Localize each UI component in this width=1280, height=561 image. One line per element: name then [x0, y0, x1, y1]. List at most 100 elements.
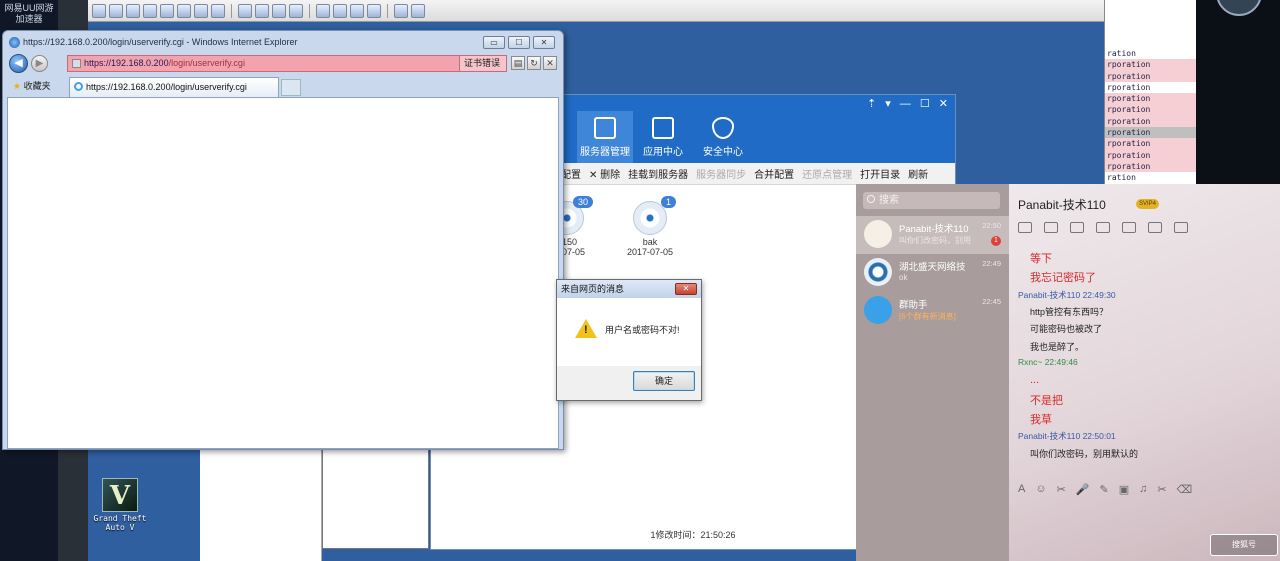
new-tab-button[interactable] [281, 79, 301, 96]
toolbar-icon[interactable] [194, 3, 208, 18]
loading-icon [74, 82, 83, 91]
video-icon[interactable] [1044, 222, 1058, 233]
chat-toolbar [1018, 222, 1188, 233]
watermark-logo: 搜狐号 [1210, 534, 1278, 556]
toolbar-icon[interactable] [211, 3, 225, 18]
forward-button[interactable]: ▶ [31, 55, 48, 72]
conversation-time: 22:49 [982, 259, 1001, 268]
nav-server-management[interactable]: 服务器管理 [577, 111, 633, 163]
toolbar-icon[interactable] [143, 3, 157, 18]
alert-body: ! 用户名或密码不对! [557, 298, 701, 366]
conversation-name: 湖北盛天网络技 [899, 262, 966, 273]
code-row: rporation [1107, 82, 1151, 92]
back-button[interactable]: ◀ [9, 54, 28, 73]
ie-logo-icon [9, 37, 20, 48]
image-icon[interactable]: ▣ [1119, 483, 1129, 496]
config-button[interactable]: 配置 [561, 166, 581, 181]
toolbar-icon[interactable] [367, 3, 381, 18]
toolbar-icon[interactable] [350, 3, 364, 18]
toolbar-icon[interactable] [411, 3, 425, 18]
folder-icon[interactable] [1096, 222, 1110, 233]
toolbar-icon[interactable] [333, 3, 347, 18]
refresh-button[interactable]: 刷新 [908, 166, 928, 181]
chat-message: 我也是醉了。 [1030, 342, 1085, 352]
toolbar-icon[interactable] [92, 3, 106, 18]
conversation-item[interactable]: Panabit-技术110 叫你们改密码，别用 22:50 1 [856, 216, 1009, 254]
chat-title: Panabit-技术110 [1018, 198, 1106, 212]
conversation-item[interactable]: 群助手 [6个群有新消息] 22:45 [856, 292, 1009, 330]
page-icon [72, 59, 81, 68]
search-input[interactable]: 搜索 [863, 192, 1000, 209]
screenshot-icon[interactable]: ✂ [1157, 483, 1166, 496]
toolbar-separator [309, 3, 310, 18]
toolbar-icon[interactable] [238, 3, 252, 18]
gta-v-desktop-icon[interactable]: V Grand Theft Auto V [92, 478, 148, 532]
toolbar-icon[interactable] [272, 3, 286, 18]
ok-button[interactable]: 确定 [633, 371, 695, 391]
window-controls[interactable]: ⇡ ▾ — ☐ ✕ [867, 97, 951, 110]
screen-share-icon[interactable] [1070, 222, 1084, 233]
ie-active-tab[interactable]: https://192.168.0.200/login/userverify.c… [69, 77, 279, 97]
node-date: 2017-07-05 [627, 247, 674, 257]
message-meta: Panabit-技术110 22:49:30 [1018, 290, 1116, 300]
emoji-icon[interactable]: ☺ [1035, 483, 1046, 496]
server-sync-button[interactable]: 服务器同步 [696, 166, 746, 181]
mount-to-server-button[interactable]: 挂载到服务器 [628, 166, 688, 181]
stop-icon[interactable]: ✕ [543, 56, 557, 70]
ie-nav-buttons: ▤ ↻ ✕ [511, 56, 557, 70]
history-icon[interactable]: ⌫ [1177, 483, 1193, 496]
toolbar-icon[interactable] [126, 3, 140, 18]
conversation-preview: ok [899, 273, 908, 282]
ie-page-content [7, 97, 559, 449]
merge-config-button[interactable]: 合并配置 [754, 166, 794, 181]
remote-desktop-icon[interactable] [1122, 222, 1136, 233]
uu-accelerator-label-line2[interactable]: 加速器 [4, 12, 54, 25]
compat-view-icon[interactable]: ▤ [511, 56, 525, 70]
minimize-button[interactable]: ▭ [483, 36, 505, 49]
star-icon: ★ [13, 81, 22, 91]
favorites-button[interactable]: ★ 收藏夹 [13, 79, 51, 92]
toolbar-icon[interactable] [177, 3, 191, 18]
refresh-icon[interactable]: ↻ [527, 56, 541, 70]
certificate-error-button[interactable]: 证书错误 [458, 56, 506, 71]
chat-message: 叫你们改密码，别用默认的 [1030, 449, 1139, 459]
music-icon[interactable]: ♫ [1139, 483, 1147, 496]
code-row: rporation [1105, 115, 1196, 128]
toolbar-icon[interactable] [109, 3, 123, 18]
nav-security-center[interactable]: 安全中心 [695, 111, 751, 163]
maximize-button[interactable]: ☐ [508, 36, 530, 49]
microphone-icon[interactable]: 🎤 [1076, 483, 1090, 496]
gta-v-label: Grand Theft Auto V [93, 514, 147, 532]
pen-icon[interactable]: ✎ [1100, 483, 1109, 496]
code-row: rporation [1105, 149, 1196, 161]
restore-point-button[interactable]: 还原点管理 [802, 166, 852, 181]
open-directory-button[interactable]: 打开目录 [860, 166, 900, 181]
close-button[interactable]: ✕ [675, 283, 697, 295]
conversation-item[interactable]: 湖北盛天网络技 ok 22:49 [856, 254, 1009, 292]
server-node[interactable]: 1 bak 2017-07-05 [627, 196, 677, 257]
conversation-name: 群助手 [899, 300, 928, 311]
toolbar-icon[interactable] [394, 3, 408, 18]
nav-label: 应用中心 [643, 147, 683, 158]
phone-icon[interactable] [1018, 222, 1032, 233]
toolbar-icon[interactable] [289, 3, 303, 18]
toolbar-icon[interactable] [316, 3, 330, 18]
code-row: rporation [1105, 104, 1196, 116]
toolbar-icon[interactable] [255, 3, 269, 18]
code-row: rporation [1105, 93, 1196, 105]
toolbar-icon[interactable] [160, 3, 174, 18]
address-bar[interactable]: https://192.168.0.200/login/userverify.c… [67, 55, 507, 72]
apps-icon[interactable] [1174, 222, 1188, 233]
search-placeholder: 搜索 [879, 195, 899, 206]
disk-icon: 1 [633, 196, 677, 235]
font-icon[interactable]: A [1018, 483, 1025, 496]
close-button[interactable]: ✕ [533, 36, 555, 49]
chat-message: http管控有东西吗？ [1030, 307, 1109, 317]
add-icon[interactable] [1148, 222, 1162, 233]
toolbox-icon [652, 117, 674, 139]
nav-app-center[interactable]: 应用中心 [635, 111, 691, 163]
ie-tab-bar: ★ 收藏夹 https://192.168.0.200/login/userve… [7, 77, 559, 97]
delete-button[interactable]: ✕ 删除 [589, 166, 620, 181]
avatar [1216, 0, 1262, 16]
gif-icon[interactable]: ✂ [1057, 483, 1066, 496]
